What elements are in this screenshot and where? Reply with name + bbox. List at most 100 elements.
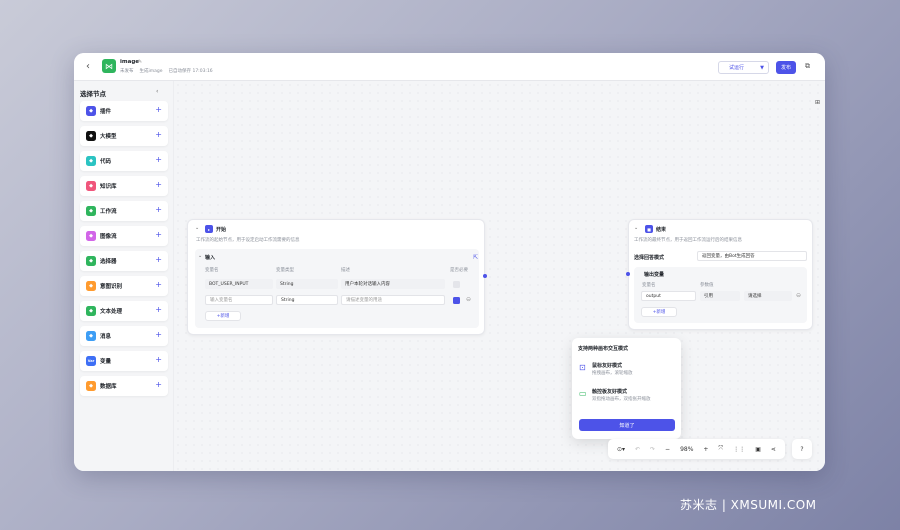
add-output-label: 新增 — [656, 310, 666, 315]
chevron-down-icon[interactable]: ⌄ — [634, 225, 638, 231]
node-item-label: 文本处理 — [100, 309, 123, 315]
node-item-label: 意图识别 — [100, 284, 123, 290]
node-item[interactable]: ◆ 插件 + — [80, 101, 168, 121]
book-icon: ◆ — [86, 181, 96, 191]
auto-layout-icon[interactable]: ⋮⋮ — [733, 446, 745, 453]
col-var-name: 变量名 — [205, 268, 219, 273]
add-node-icon[interactable]: + — [155, 155, 162, 164]
mouse-mode-icon[interactable]: ⊙▾ — [617, 446, 625, 453]
add-node-icon[interactable]: + — [155, 255, 162, 264]
node-item[interactable]: ◆ 知识库 + — [80, 176, 168, 196]
zoom-level[interactable]: 98% — [680, 446, 693, 453]
add-output-button[interactable]: + 新增 — [641, 307, 677, 317]
minimap-icon[interactable]: ▣ — [755, 446, 761, 453]
node-item-label: 知识库 — [100, 184, 117, 190]
add-node-icon[interactable]: + — [155, 230, 162, 239]
remove-icon[interactable]: ⊖ — [466, 296, 471, 303]
node-item-label: 数据库 — [100, 384, 117, 390]
node-item[interactable]: ◆ 文本处理 + — [80, 301, 168, 321]
var-desc-field[interactable]: 用户本轮对话输入内容 — [341, 279, 445, 289]
required-checkbox[interactable] — [453, 297, 460, 304]
zoom-out-icon[interactable]: − — [665, 446, 670, 453]
start-output-port[interactable] — [483, 274, 487, 278]
col-param-value: 参数值 — [700, 283, 714, 288]
fit-view-icon[interactable]: ⤧ — [718, 445, 723, 453]
top-bar: ‹ ⋈ image ✎ 未发布 生成image 已自动保存 17:03:16 试… — [74, 53, 825, 81]
add-node-icon[interactable]: + — [155, 205, 162, 214]
undo-icon[interactable]: ↶ — [635, 446, 640, 453]
add-node-icon[interactable]: + — [155, 305, 162, 314]
workflow-icon: ◆ — [86, 206, 96, 216]
node-item[interactable]: ◆ 大模型 + — [80, 126, 168, 146]
branch-icon: ◆ — [86, 256, 96, 266]
publish-button[interactable]: 发布 — [776, 61, 796, 74]
var-icon: Var — [86, 356, 96, 366]
node-item-label: 消息 — [100, 334, 112, 340]
node-item[interactable]: ◆ 工作流 + — [80, 201, 168, 221]
add-input-button[interactable]: + 新增 — [205, 311, 241, 321]
add-node-icon[interactable]: + — [155, 280, 162, 289]
node-item[interactable]: ◆ 图像流 + — [80, 226, 168, 246]
node-item[interactable]: ◆ 意图识别 + — [80, 276, 168, 296]
panel-toggle-icon[interactable]: ⊞ — [815, 99, 820, 106]
remove-icon[interactable]: ⊖ — [796, 292, 801, 299]
answer-mode-label: 选择回答模式 — [634, 255, 665, 261]
var-desc-input[interactable]: 请描述变量的用途 — [341, 295, 445, 305]
end-node-description: 工作流的最终节点，用于返回工作流运行后的结果信息 — [634, 238, 742, 243]
node-item[interactable]: Var 变量 + — [80, 351, 168, 371]
share-icon[interactable]: ⋖ — [771, 446, 776, 453]
end-node-title: 结束 — [656, 227, 667, 233]
collapse-icon[interactable]: ‹ — [156, 88, 158, 95]
node-item-label: 选择器 — [100, 259, 117, 265]
add-node-icon[interactable]: + — [155, 130, 162, 139]
end-node[interactable]: ⌄ ■ 结束 工作流的最终节点，用于返回工作流运行后的结果信息 选择回答模式 返… — [628, 219, 813, 330]
add-node-icon[interactable]: + — [155, 330, 162, 339]
settings-icon[interactable]: ⇱ — [473, 254, 478, 261]
caret-down-icon[interactable]: ▼ — [760, 65, 764, 71]
var-type-select[interactable]: String — [276, 295, 338, 305]
mouse-mode-desc: 拖拽画布，滚轮缩放 — [592, 371, 633, 376]
node-item[interactable]: ◆ 消息 + — [80, 326, 168, 346]
add-node-icon[interactable]: + — [155, 180, 162, 189]
col-description: 描述 — [341, 268, 350, 273]
node-item-label: 变量 — [100, 359, 112, 365]
edit-icon[interactable]: ✎ — [138, 59, 142, 65]
node-item[interactable]: ◆ 代码 + — [80, 151, 168, 171]
node-item-label: 工作流 — [100, 209, 117, 215]
node-item[interactable]: ◆ 数据库 + — [80, 376, 168, 396]
node-item-label: 图像流 — [100, 234, 117, 240]
image-flow-icon: ◆ — [86, 231, 96, 241]
node-item[interactable]: ◆ 选择器 + — [80, 251, 168, 271]
redo-icon[interactable]: ↷ — [650, 446, 655, 453]
answer-mode-select[interactable]: 返回变量，由Bot生成回答 — [697, 251, 807, 261]
trackpad-mode-desc: 双指拖动画布，双指张开缩放 — [592, 397, 651, 402]
var-name-input[interactable]: 输入变量名 — [205, 295, 273, 305]
node-item-label: 插件 — [100, 109, 112, 115]
test-run-button[interactable]: 试运行 ▼ — [718, 61, 769, 74]
add-node-icon[interactable]: + — [155, 355, 162, 364]
start-node[interactable]: ⌄ ▸ 开始 工作流的起始节点，用于设定启动工作流需要的信息 ⌄ 输入 ⇱ 变量… — [187, 219, 485, 335]
chevron-down-icon[interactable]: ⌄ — [198, 253, 202, 259]
app-window: ‹ ⋈ image ✎ 未发布 生成image 已自动保存 17:03:16 试… — [74, 53, 825, 471]
param-type-select[interactable]: 引用 — [700, 291, 740, 301]
database-icon: ◆ — [86, 381, 96, 391]
got-it-button[interactable]: 知道了 — [579, 419, 675, 431]
node-item-label: 代码 — [100, 159, 112, 165]
param-value-select[interactable]: 请选择 — [744, 291, 792, 301]
help-icon[interactable]: ? — [792, 439, 812, 459]
var-name-field[interactable]: BOT_USER_INPUT — [205, 279, 273, 289]
start-node-title: 开始 — [216, 227, 227, 233]
code-icon: ◆ — [86, 156, 96, 166]
required-checkbox[interactable] — [453, 281, 460, 288]
copy-icon[interactable]: ⧉ — [805, 62, 810, 71]
arrow-left-icon[interactable]: ‹ — [86, 61, 90, 72]
add-node-icon[interactable]: + — [155, 380, 162, 389]
brain-icon: ◆ — [86, 131, 96, 141]
interaction-mode-popover: 支持两种画布交互模式 ⊡ 鼠标友好模式 拖拽画布，滚轮缩放 ▭ 触控板友好模式 … — [572, 338, 681, 439]
var-type-select[interactable]: String — [276, 279, 338, 289]
zoom-in-icon[interactable]: + — [703, 446, 708, 453]
end-input-port[interactable] — [626, 272, 630, 276]
output-name-field[interactable]: output — [641, 291, 696, 301]
chevron-down-icon[interactable]: ⌄ — [195, 225, 199, 231]
add-node-icon[interactable]: + — [155, 105, 162, 114]
